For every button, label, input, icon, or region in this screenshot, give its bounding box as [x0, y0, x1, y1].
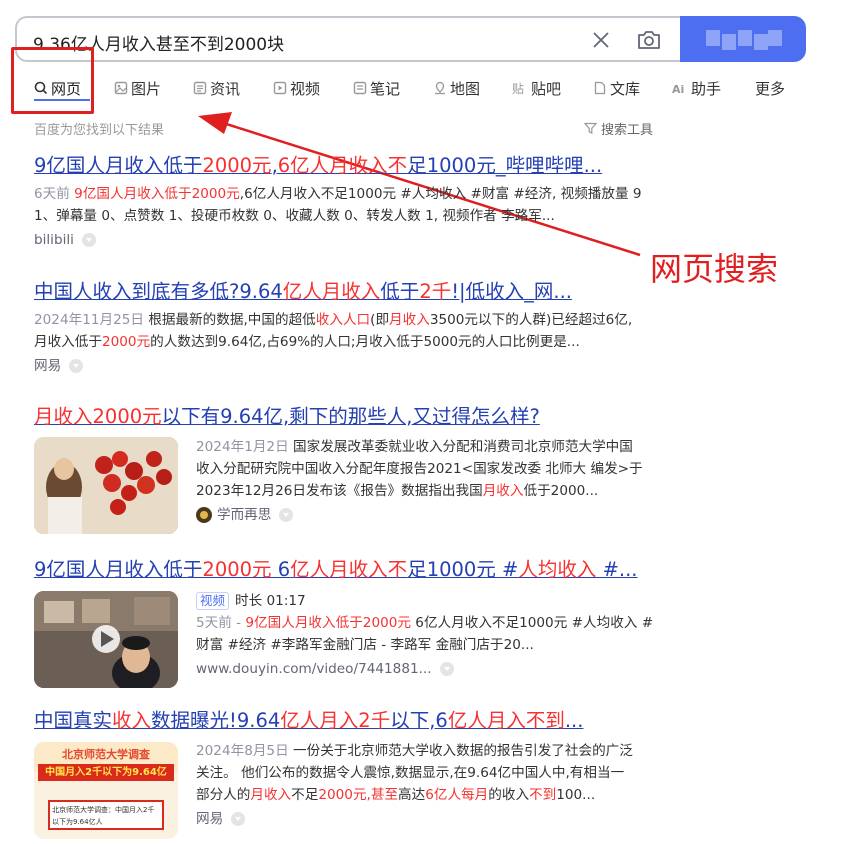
result-body: 视频 时长 01:17 5天前 - 9亿国人月收入低于2000元 6亿人月收入不足… [196, 590, 666, 680]
tab-label: 图片 [131, 79, 162, 98]
result-title-link[interactable]: 月收入2000元以下有9.64亿,剩下的那些人,又过得怎么样? [34, 404, 666, 430]
close-icon[interactable] [590, 29, 612, 51]
result-count: 百度为您找到以下结果 [34, 123, 165, 138]
chevron-down-icon[interactable] [279, 508, 294, 522]
result-body: 2024年8月5日 一份关于北京师范大学收入数据的报告引发了社会的广泛 关注。 … [196, 740, 666, 830]
video-thumbnail[interactable] [34, 591, 178, 688]
tab-label: 贴吧 [531, 79, 562, 98]
thumbnail-heading: 北京师范大学调查 [62, 748, 150, 761]
result-title-link[interactable]: 中国人收入到底有多低?9.64亿人月收入低于2千!|低收入_网... [34, 279, 666, 305]
result-abstract: 2024年8月5日 一份关于北京师范大学收入数据的报告引发了社会的广泛 关注。 … [196, 743, 633, 803]
tab-notes[interactable]: 笔记 [353, 76, 400, 100]
result-thumbnail[interactable] [34, 437, 178, 534]
result-date: 2024年11月25日 [34, 312, 144, 328]
result-source[interactable]: 网易 [196, 808, 666, 830]
tab-label: 笔记 [370, 79, 401, 98]
result-source[interactable]: www.douyin.com/video/7441881... [196, 658, 666, 680]
tieba-icon: 贴 [512, 82, 524, 95]
result-title-link[interactable]: 9亿国人月收入低于2000元,6亿人月收入不足1000元_哔哩哔哩... [34, 153, 666, 179]
svg-text:Ai: Ai [672, 83, 684, 95]
search-tools-label: 搜索工具 [601, 123, 654, 138]
video-tag: 视频 [196, 592, 230, 610]
thumbnail-image: 北京师范大学调查 中国月入2千以下为9.64亿 北京师范大学调查：中国月入2千以… [34, 742, 178, 839]
tab-news[interactable]: 资讯 [193, 76, 240, 100]
result-date: 2024年1月2日 [196, 439, 289, 455]
result-title-link[interactable]: 9亿国人月收入低于2000元 6亿人月收入不足1000元 #人均收入 #... [34, 557, 666, 583]
result-abstract: 5天前 - 9亿国人月收入低于2000元 6亿人月收入不足1000元 #人均收入… [196, 615, 654, 653]
result-source[interactable]: 网易 [34, 355, 666, 377]
video-icon [273, 81, 287, 95]
result-date: 2024年8月5日 [196, 743, 289, 759]
chevron-down-icon[interactable] [69, 359, 84, 373]
result-abstract: 6天前 9亿国人月收入低于2000元,6亿人月收入不足1000元 #人均收入 #… [34, 186, 642, 224]
thumbnail-image [34, 437, 178, 534]
search-result: 月收入2000元以下有9.64亿,剩下的那些人,又过得怎么样? [34, 404, 666, 430]
source-logo-icon [196, 507, 212, 523]
tab-label: 助手 [691, 79, 722, 98]
result-thumbnail[interactable]: 北京师范大学调查 中国月入2千以下为9.64亿 北京师范大学调查：中国月入2千以… [34, 742, 178, 839]
result-source[interactable]: bilibili [34, 229, 666, 251]
ai-icon: Ai [672, 83, 684, 95]
video-duration: 时长 01:17 [235, 593, 306, 609]
result-meta: 视频 时长 01:17 [196, 590, 666, 612]
chevron-down-icon[interactable] [439, 662, 454, 676]
tab-library[interactable]: 文库 [593, 76, 640, 100]
annotation-label: 网页搜索 [650, 250, 779, 288]
tab-assistant[interactable]: Ai 助手 [672, 76, 721, 100]
result-title-link[interactable]: 中国真实收入数据曝光!9.64亿人月入2千以下,6亿人月入不到... [34, 708, 666, 734]
image-icon [114, 81, 128, 95]
result-date: 5天前 - [196, 615, 246, 631]
camera-icon[interactable] [636, 28, 662, 52]
search-tools-button[interactable]: 搜索工具 [584, 119, 653, 138]
tab-map[interactable]: 地图 [433, 76, 480, 100]
doc-icon [594, 81, 606, 95]
chevron-down-icon[interactable] [81, 233, 96, 247]
search-input[interactable]: 9.36亿人月收入甚至不到2000块 [15, 16, 685, 62]
map-icon [435, 81, 445, 95]
search-result: 中国真实收入数据曝光!9.64亿人月入2千以下,6亿人月入不到... [34, 708, 666, 734]
tab-label: 文库 [610, 79, 641, 98]
search-result: 中国人收入到底有多低?9.64亿人月收入低于2千!|低收入_网... 2024年… [34, 279, 666, 377]
note-icon [353, 81, 367, 95]
news-icon [193, 81, 207, 95]
tab-label: 更多 [755, 79, 786, 98]
result-body: 2024年1月2日 国家发展改革委就业收入分配和消费司北京师范大学中国 收入分配… [196, 436, 666, 526]
chevron-down-icon[interactable] [231, 812, 246, 826]
thumbnail-caption: 北京师范大学调查：中国月入2千以下为9.64亿人 [48, 800, 164, 830]
tab-label: 地图 [450, 79, 481, 98]
thumbnail-image [34, 591, 178, 688]
thumbnail-banner: 中国月入2千以下为9.64亿 [38, 764, 174, 781]
search-result: 9亿国人月收入低于2000元 6亿人月收入不足1000元 #人均收入 #... [34, 557, 666, 583]
tab-label: 资讯 [210, 79, 241, 98]
annotation-highlight-box [11, 47, 94, 114]
tab-images[interactable]: 图片 [114, 76, 161, 100]
search-result: 9亿国人月收入低于2000元,6亿人月收入不足1000元_哔哩哔哩... 6天前… [34, 153, 666, 251]
filter-icon [584, 122, 597, 134]
svg-text:贴: 贴 [512, 82, 524, 95]
tab-label: 视频 [290, 79, 321, 98]
search-bar: 9.36亿人月收入甚至不到2000块 [15, 16, 806, 62]
tab-tieba[interactable]: 贴 贴吧 [512, 76, 561, 100]
result-abstract: 2024年11月25日 根据最新的数据,中国的超低收入人口(即月收入3500元以… [34, 312, 633, 350]
result-source[interactable]: 学而再思 [196, 504, 666, 526]
search-button[interactable] [680, 16, 806, 62]
tab-video[interactable]: 视频 [273, 76, 320, 100]
result-abstract: 2024年1月2日 国家发展改革委就业收入分配和消费司北京师范大学中国 收入分配… [196, 439, 643, 499]
tab-more[interactable]: 更多 [755, 76, 785, 100]
result-date: 6天前 [34, 186, 70, 202]
